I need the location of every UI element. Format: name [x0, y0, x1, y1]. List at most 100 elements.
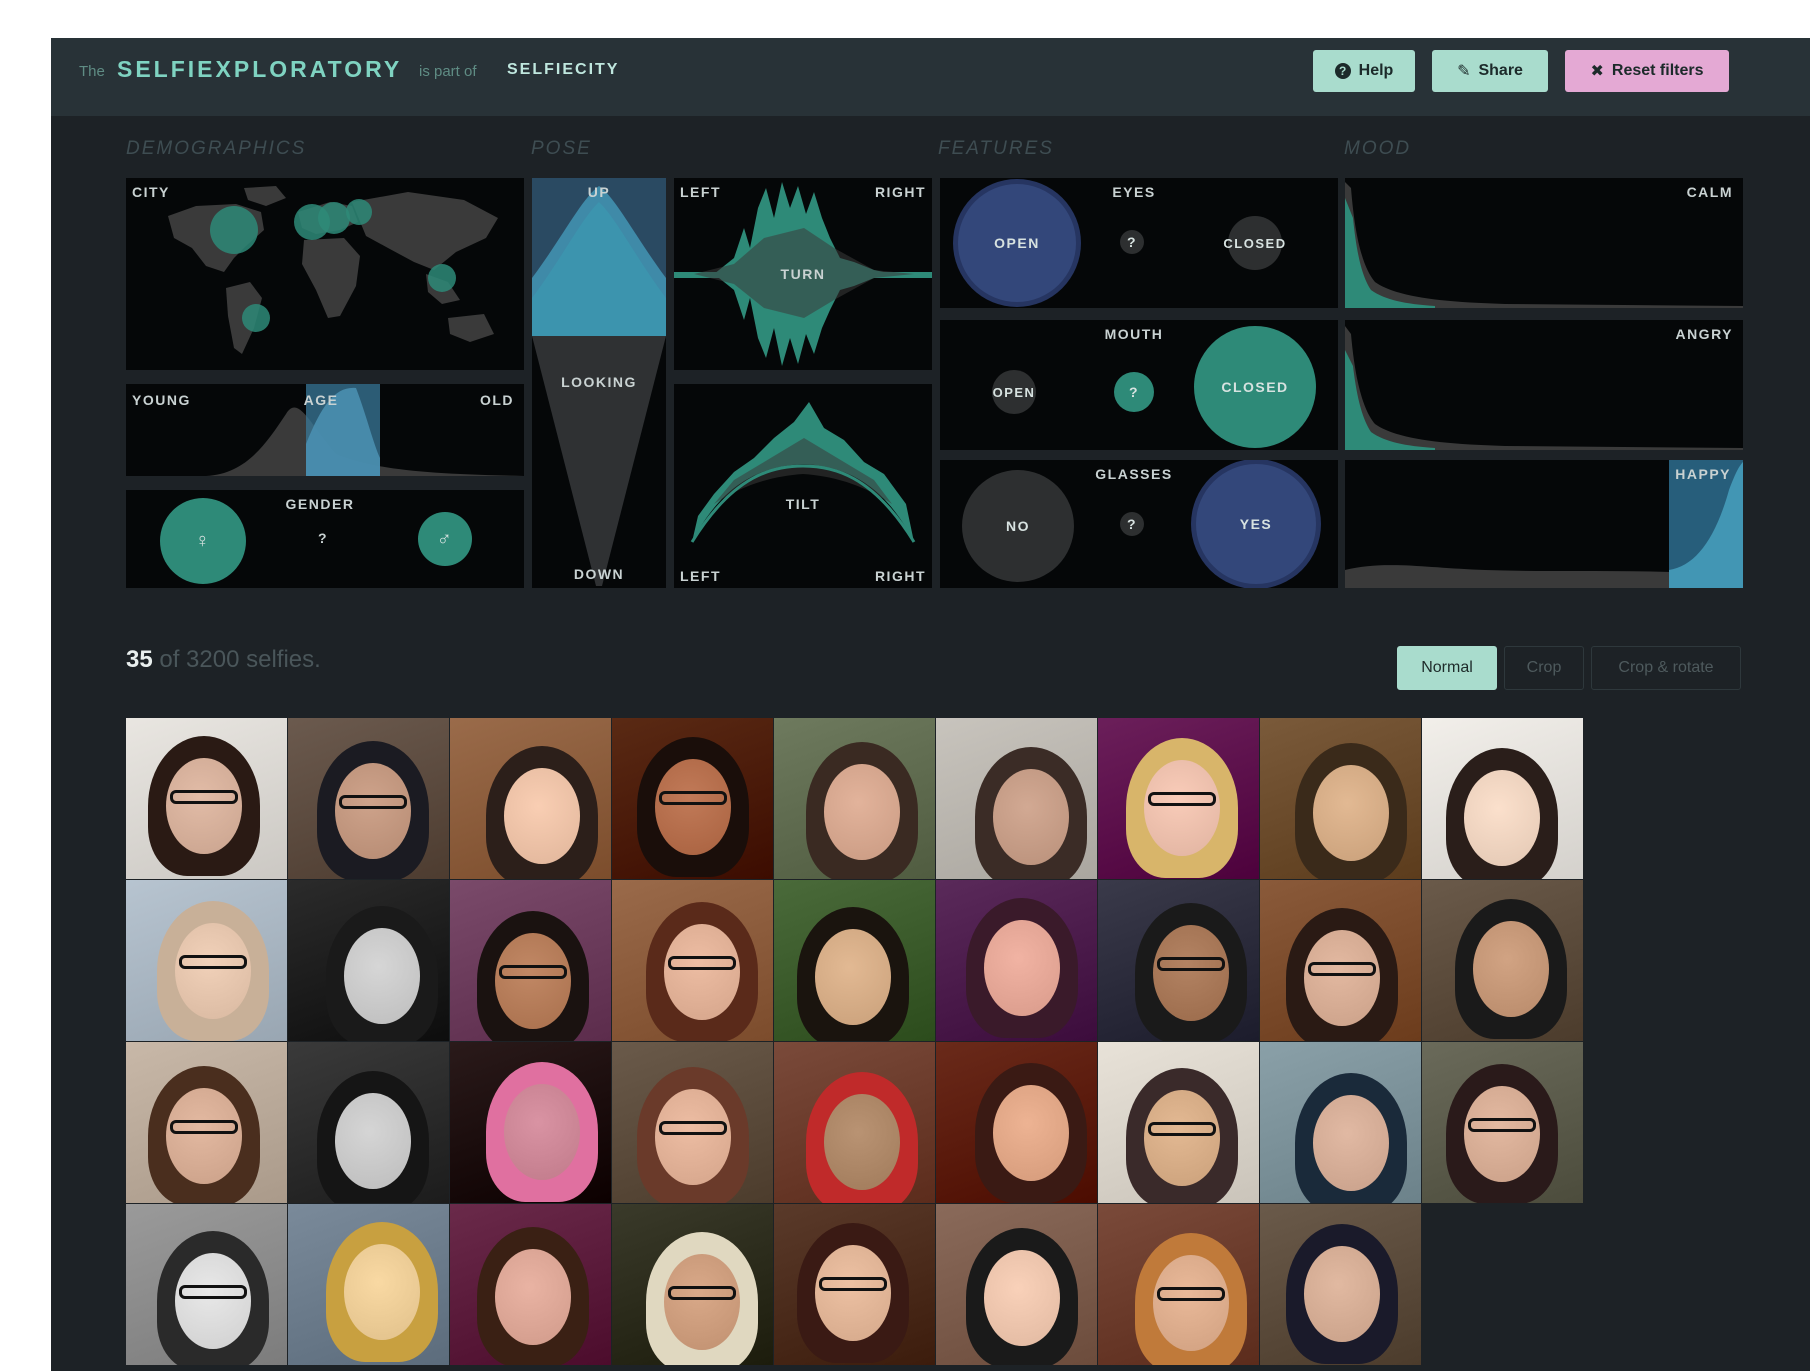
- selfie-thumbnail[interactable]: [1422, 718, 1583, 879]
- city-label: CITY: [132, 184, 170, 200]
- gender-panel[interactable]: GENDER ♀ ? ♂: [126, 490, 524, 588]
- selfie-thumbnail[interactable]: [126, 718, 287, 879]
- view-normal-button[interactable]: Normal: [1397, 646, 1497, 690]
- section-features: FEATURES: [938, 138, 1054, 159]
- turn-panel[interactable]: LEFT RIGHT TURN: [674, 178, 932, 370]
- selfie-thumbnail[interactable]: [1098, 1042, 1259, 1203]
- selfie-thumbnail[interactable]: [288, 1042, 449, 1203]
- glasses-no-label: NO: [1006, 518, 1030, 534]
- turn-label: TURN: [780, 266, 826, 282]
- app-title[interactable]: SELFIEXPLORATORY: [117, 56, 402, 83]
- selfie-thumbnail[interactable]: [450, 880, 611, 1041]
- eyes-unknown-circle[interactable]: ?: [1120, 230, 1144, 254]
- glasses-unknown-label: ?: [1126, 516, 1138, 532]
- selfie-thumbnail[interactable]: [1098, 880, 1259, 1041]
- selfie-thumbnail[interactable]: [612, 1042, 773, 1203]
- selfie-thumbnail[interactable]: [126, 1204, 287, 1365]
- selfie-face: [993, 769, 1069, 865]
- share-button[interactable]: ✎ Share: [1432, 50, 1548, 92]
- parent-link[interactable]: SELFIECITY: [507, 61, 619, 79]
- selfie-face: [344, 928, 420, 1024]
- mouth-label: MOUTH: [1104, 326, 1164, 342]
- selfie-thumbnail[interactable]: [126, 880, 287, 1041]
- looking-panel[interactable]: UP LOOKING DOWN: [532, 178, 666, 588]
- eyes-closed-circle[interactable]: CLOSED: [1223, 216, 1285, 270]
- reset-filters-button[interactable]: ✖ Reset filters: [1565, 50, 1729, 92]
- selfie-thumbnail[interactable]: [450, 1042, 611, 1203]
- selfie-face: [1153, 925, 1229, 1021]
- selfie-thumbnail[interactable]: [288, 718, 449, 879]
- world-map: [168, 186, 498, 354]
- selfie-face: [815, 929, 891, 1025]
- selfie-face: [1464, 770, 1540, 866]
- selfie-thumbnail[interactable]: [774, 1042, 935, 1203]
- mood-angry-panel[interactable]: ANGRY: [1345, 320, 1743, 450]
- selfie-thumbnail[interactable]: [1098, 718, 1259, 879]
- selfie-face: [344, 1244, 420, 1340]
- eyes-panel[interactable]: EYES OPEN ? CLOSED: [940, 178, 1338, 308]
- mood-happy-panel[interactable]: HAPPY: [1345, 460, 1743, 588]
- selfie-thumbnail[interactable]: [1260, 880, 1421, 1041]
- selfie-thumbnail[interactable]: [936, 1204, 1097, 1365]
- glasses-unknown-circle[interactable]: ?: [1120, 512, 1144, 536]
- selfie-thumbnail[interactable]: [774, 718, 935, 879]
- help-button[interactable]: ? Help: [1313, 50, 1415, 92]
- selfie-thumbnail[interactable]: [936, 880, 1097, 1041]
- selfie-thumbnail[interactable]: [450, 718, 611, 879]
- section-demographics: DEMOGRAPHICS: [126, 138, 307, 159]
- mood-calm-panel[interactable]: CALM: [1345, 178, 1743, 308]
- mouth-unknown-label: ?: [1128, 384, 1140, 400]
- help-circle-icon: ?: [1334, 63, 1351, 79]
- mouth-open-circle[interactable]: OPEN: [992, 370, 1036, 414]
- mouth-closed-circle[interactable]: CLOSED: [1194, 326, 1316, 448]
- view-crop-rotate-button[interactable]: Crop & rotate: [1591, 646, 1741, 690]
- selfie-thumbnail[interactable]: [1422, 880, 1583, 1041]
- glasses-panel[interactable]: GLASSES NO ? YES: [940, 460, 1338, 588]
- selfie-face: [1473, 921, 1549, 1017]
- selfie-thumbnail[interactable]: [1260, 718, 1421, 879]
- selfie-face: [1304, 1246, 1380, 1342]
- city-map-panel[interactable]: CITY: [126, 178, 524, 370]
- selfie-thumbnail[interactable]: [612, 718, 773, 879]
- parent-name: SELFIECITY: [507, 61, 620, 78]
- gender-male-circle[interactable]: ♂: [418, 512, 472, 566]
- paperclip-icon: ✎: [1457, 63, 1471, 80]
- selfie-thumbnail[interactable]: [1098, 1204, 1259, 1365]
- selfie-thumbnail[interactable]: [288, 1204, 449, 1365]
- tilt-distribution: [690, 402, 916, 543]
- eyes-closed-label: CLOSED: [1223, 235, 1287, 251]
- brand: The: [79, 63, 105, 81]
- selfie-thumbnail[interactable]: [612, 880, 773, 1041]
- reset-label: Reset filters: [1611, 62, 1704, 79]
- glasses-yes-label: YES: [1239, 516, 1273, 532]
- eyes-open-circle[interactable]: OPEN: [958, 184, 1076, 302]
- selfie-thumbnail[interactable]: [774, 880, 935, 1041]
- glasses-no-circle[interactable]: NO: [962, 470, 1074, 582]
- mouth-closed-label: CLOSED: [1221, 379, 1289, 395]
- glasses-yes-circle[interactable]: YES: [1196, 464, 1316, 584]
- selfie-thumbnail[interactable]: [936, 718, 1097, 879]
- selfie-thumbnail[interactable]: [612, 1204, 773, 1365]
- angry-label: ANGRY: [1675, 326, 1733, 342]
- mouth-panel[interactable]: MOUTH OPEN ? CLOSED: [940, 320, 1338, 450]
- age-panel[interactable]: YOUNG AGE OLD: [126, 384, 524, 476]
- selfie-thumbnail[interactable]: [936, 1042, 1097, 1203]
- tilt-panel[interactable]: TILT LEFT RIGHT: [674, 384, 932, 588]
- results-total: of 3200 selfies.: [159, 646, 321, 673]
- gender-unknown[interactable]: ?: [318, 530, 328, 546]
- looking-down-label: DOWN: [573, 566, 625, 582]
- mouth-unknown-circle[interactable]: ?: [1114, 372, 1154, 412]
- view-crop-button[interactable]: Crop: [1504, 646, 1584, 690]
- selfie-thumbnail[interactable]: [1260, 1042, 1421, 1203]
- selfie-face: [993, 1085, 1069, 1181]
- selfie-thumbnail[interactable]: [450, 1204, 611, 1365]
- selfie-thumbnail[interactable]: [1422, 1042, 1583, 1203]
- gender-female-circle[interactable]: ♀: [160, 498, 246, 584]
- selfie-glasses: [179, 955, 247, 969]
- selfie-glasses: [659, 791, 727, 805]
- selfie-thumbnail[interactable]: [774, 1204, 935, 1365]
- selfie-thumbnail[interactable]: [1260, 1204, 1421, 1365]
- selfie-thumbnail[interactable]: [126, 1042, 287, 1203]
- calm-label: CALM: [1686, 184, 1733, 200]
- selfie-thumbnail[interactable]: [288, 880, 449, 1041]
